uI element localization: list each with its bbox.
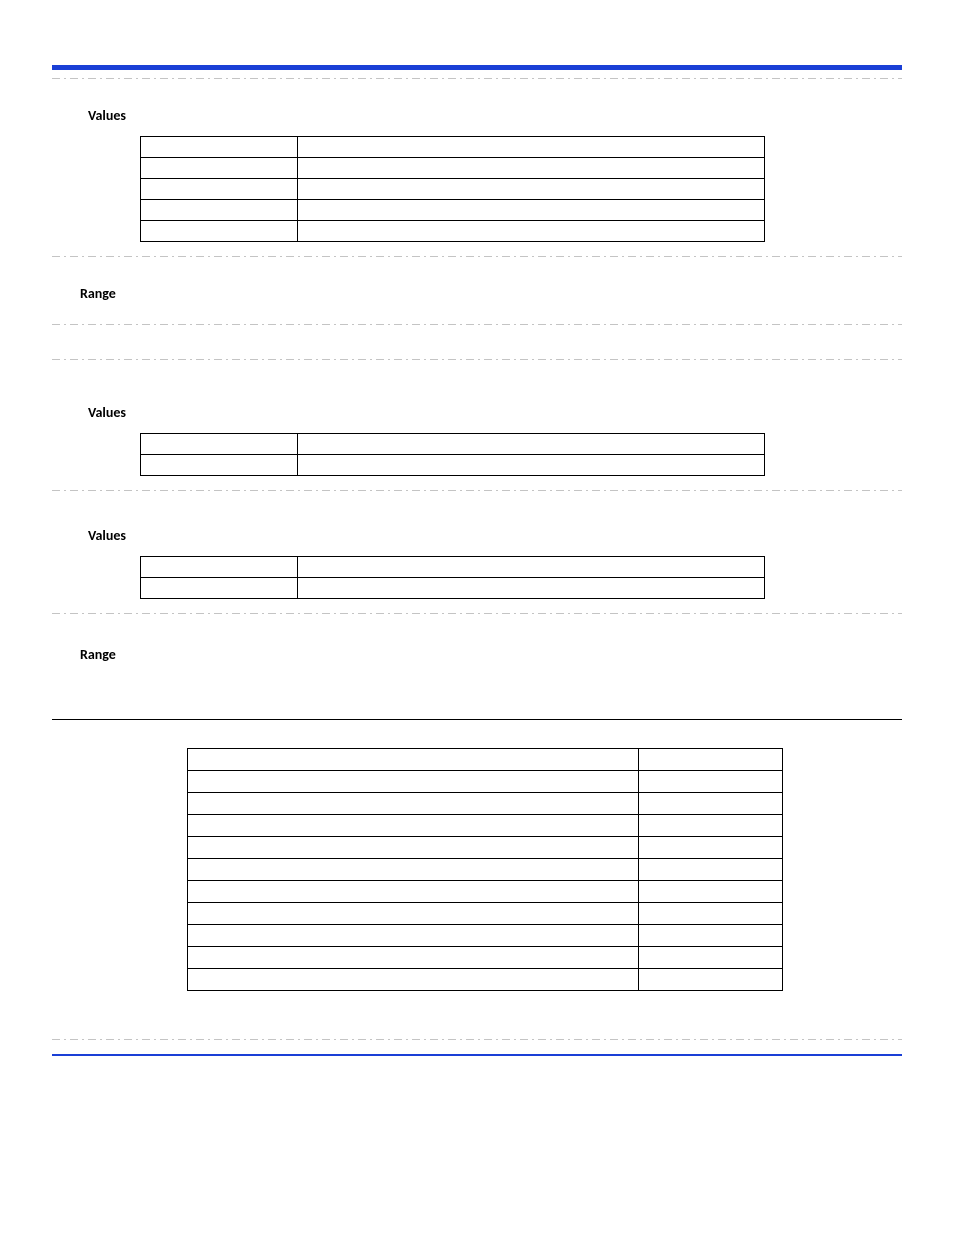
table-cell	[639, 837, 783, 859]
table-cell	[141, 137, 298, 158]
top-blue-rule	[52, 65, 902, 70]
table-row	[188, 749, 783, 771]
table-cell	[639, 859, 783, 881]
solid-divider	[52, 719, 902, 720]
table-cell	[188, 815, 639, 837]
table-row	[141, 434, 765, 455]
table-row	[141, 221, 765, 242]
table-cell	[188, 837, 639, 859]
table-cell	[141, 200, 298, 221]
table-cell	[297, 200, 764, 221]
divider-dashdot	[52, 78, 902, 79]
divider-dashdot	[52, 256, 902, 257]
table-cell	[639, 815, 783, 837]
table-cell	[639, 793, 783, 815]
table-row	[188, 793, 783, 815]
table-cell	[297, 137, 764, 158]
table-row	[188, 969, 783, 991]
values-table-3	[140, 556, 765, 599]
table-cell	[297, 179, 764, 200]
section-label-values-3: Values	[52, 527, 902, 544]
table-cell	[188, 947, 639, 969]
table-row	[141, 200, 765, 221]
table-cell	[141, 434, 298, 455]
section-label-values-2: Values	[52, 404, 902, 421]
table-row	[141, 455, 765, 476]
values-table-1	[140, 136, 765, 242]
table-cell	[141, 578, 298, 599]
table-cell	[188, 881, 639, 903]
section-label-values-1: Values	[52, 107, 902, 124]
table-cell	[141, 179, 298, 200]
divider-dashdot	[52, 490, 902, 491]
table-cell	[297, 557, 764, 578]
table-row	[188, 859, 783, 881]
table-row	[188, 881, 783, 903]
table-row	[141, 179, 765, 200]
table-cell	[188, 859, 639, 881]
table-row	[188, 947, 783, 969]
table-cell	[297, 221, 764, 242]
divider-dashdot	[52, 359, 902, 360]
divider-dashdot	[52, 613, 902, 614]
table-cell	[639, 947, 783, 969]
bottom-blue-rule	[52, 1054, 902, 1056]
table-row	[188, 837, 783, 859]
table-cell	[297, 578, 764, 599]
table-cell	[188, 969, 639, 991]
table-cell	[188, 749, 639, 771]
table-row	[141, 578, 765, 599]
table-cell	[639, 903, 783, 925]
table-cell	[639, 749, 783, 771]
table-row	[141, 137, 765, 158]
document-page: Values Range Values Values Range	[0, 0, 954, 1096]
table-cell	[188, 903, 639, 925]
values-table-2	[140, 433, 765, 476]
table-cell	[141, 221, 298, 242]
table-cell	[297, 455, 764, 476]
table-cell	[297, 434, 764, 455]
table-cell	[639, 925, 783, 947]
table-row	[141, 158, 765, 179]
section-label-range-2: Range	[52, 646, 902, 663]
table-cell	[141, 455, 298, 476]
section-label-range-1: Range	[52, 285, 902, 302]
table-cell	[141, 158, 298, 179]
table-row	[188, 771, 783, 793]
table-row	[141, 557, 765, 578]
table-cell	[639, 969, 783, 991]
table-cell	[639, 771, 783, 793]
table-row	[188, 925, 783, 947]
large-table	[187, 748, 783, 991]
table-cell	[188, 771, 639, 793]
table-cell	[188, 925, 639, 947]
table-cell	[297, 158, 764, 179]
table-cell	[639, 881, 783, 903]
table-cell	[188, 793, 639, 815]
table-cell	[141, 557, 298, 578]
table-row	[188, 815, 783, 837]
table-row	[188, 903, 783, 925]
